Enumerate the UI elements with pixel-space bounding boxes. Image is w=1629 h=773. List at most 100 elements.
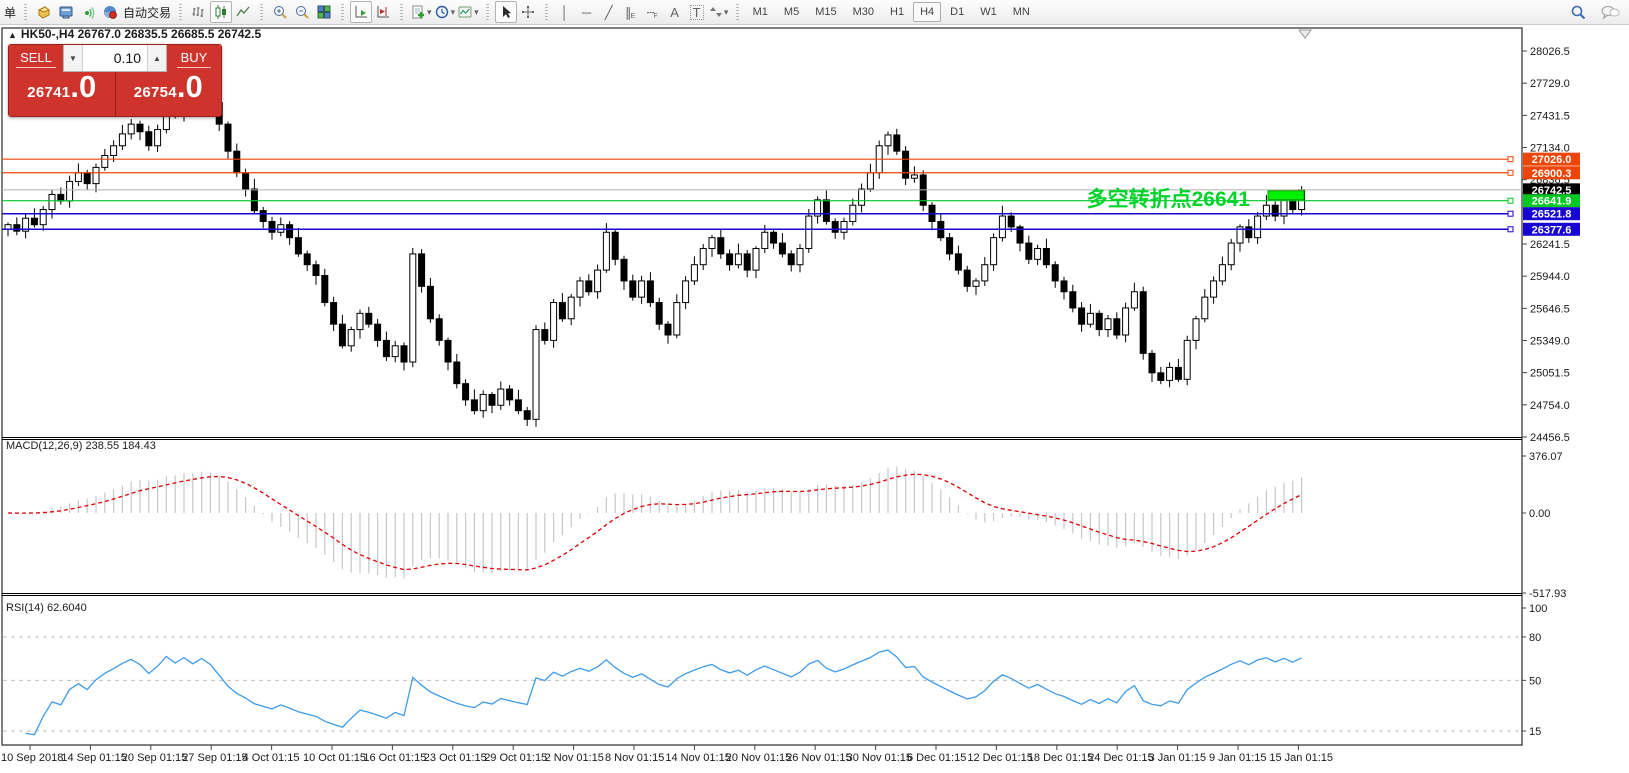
new-order-button[interactable]: ▾	[409, 1, 433, 23]
candle-body	[410, 254, 416, 362]
vertical-line-tool[interactable]: │	[554, 1, 576, 23]
terminal-icon	[58, 4, 74, 20]
bar-chart-button[interactable]	[188, 1, 210, 23]
cursor-arrow-icon	[498, 4, 514, 20]
terminal-button[interactable]	[55, 1, 77, 23]
candle-body	[656, 303, 662, 325]
timeframe-m1[interactable]: M1	[746, 2, 775, 22]
volume-increase-button[interactable]: ▲	[147, 45, 166, 71]
candlestick-chart-button[interactable]	[210, 1, 232, 23]
toolbar-group-terminal: 自动交易	[31, 0, 177, 24]
zoom-in-button[interactable]	[269, 1, 291, 23]
timeframe-m5[interactable]: M5	[777, 2, 806, 22]
candle-body	[718, 238, 724, 254]
candle-body	[498, 389, 504, 405]
timeframe-d1[interactable]: D1	[943, 2, 971, 22]
chat-button[interactable]	[1599, 1, 1621, 23]
zoom-out-icon	[294, 4, 310, 20]
candle-body	[137, 124, 143, 132]
candle-body	[348, 330, 354, 346]
price-axis-label: 24456.5	[1530, 432, 1570, 444]
candle-body	[489, 394, 495, 405]
candle-body	[269, 221, 275, 232]
chart-window: 多空转折点2664128026.527729.027431.527134.026…	[0, 24, 1629, 773]
candle-body	[111, 146, 117, 156]
period-clock-button[interactable]: ▾	[433, 1, 457, 23]
rsi-axis-label: 15	[1529, 726, 1541, 738]
market-watch-button[interactable]	[33, 1, 55, 23]
symbol-collapse-icon[interactable]: ▲	[8, 30, 17, 40]
search-button[interactable]	[1567, 1, 1589, 23]
timeframe-w1[interactable]: W1	[973, 2, 1004, 22]
candle-body	[639, 281, 645, 297]
equidistant-channel-tool[interactable]: ∥E	[620, 1, 642, 23]
timeframe-mn[interactable]: MN	[1006, 2, 1037, 22]
indicators-button[interactable]: ▾	[456, 1, 480, 23]
candle-body	[727, 254, 733, 265]
candle-body	[1184, 340, 1190, 379]
candle-body	[524, 411, 530, 420]
candle-body	[1131, 292, 1137, 308]
timeframe-h1[interactable]: H1	[883, 2, 911, 22]
line-chart-button[interactable]	[232, 1, 254, 23]
candle-body	[313, 265, 319, 276]
new-order-partial-label[interactable]: 单	[2, 4, 18, 21]
candle-body	[278, 225, 284, 233]
horizontal-line-tool[interactable]: ─	[576, 1, 598, 23]
chart-shift-button[interactable]	[372, 1, 394, 23]
buy-price[interactable]: 26754.0	[116, 72, 222, 116]
dropdown-caret-icon: ▾	[451, 7, 456, 18]
candle-body	[1096, 313, 1102, 329]
candle-body	[1219, 265, 1225, 281]
candle-body	[1105, 319, 1111, 330]
candle-body	[1167, 367, 1173, 380]
candle-body	[788, 254, 794, 265]
candle-body	[1079, 308, 1085, 324]
timeframe-m30[interactable]: M30	[846, 2, 881, 22]
candle-body	[955, 254, 961, 270]
signal-icon	[80, 4, 96, 20]
volume-decrease-button[interactable]: ▼	[64, 45, 83, 71]
rsi-axis-label: 50	[1529, 675, 1541, 687]
price-axis-label: 25349.0	[1530, 336, 1570, 348]
x-axis-label: 2 Nov 01:15	[545, 752, 604, 764]
autotrade-label[interactable]: 自动交易	[121, 4, 173, 21]
timeframe-m15[interactable]: M15	[808, 2, 843, 22]
candle-body	[1123, 308, 1129, 335]
candle-body	[885, 135, 891, 146]
price-axis-label: 27729.0	[1530, 78, 1570, 90]
trendline-tool[interactable]: ╱	[598, 1, 620, 23]
fibonacci-tool[interactable]: ┄F	[642, 1, 664, 23]
arrows-tool[interactable]: ▾	[708, 1, 730, 23]
tile-windows-button[interactable]	[313, 1, 335, 23]
sell-price-frac: .0	[70, 74, 96, 100]
signals-button[interactable]	[77, 1, 99, 23]
text-label-tool[interactable]: T	[686, 1, 708, 23]
x-axis-label: 10 Oct 01:15	[303, 752, 366, 764]
sell-button[interactable]: SELL	[9, 45, 63, 72]
sell-price[interactable]: 26741.0	[9, 72, 116, 116]
text-tool[interactable]: A	[664, 1, 686, 23]
chart-canvas[interactable]: 多空转折点2664128026.527729.027431.527134.026…	[0, 24, 1629, 773]
candle-body	[973, 281, 979, 286]
candle-body	[551, 303, 557, 341]
candle-body	[647, 281, 653, 303]
volume-input[interactable]: 0.10	[83, 45, 147, 71]
text-label-icon: T	[690, 5, 704, 20]
buy-button[interactable]: BUY	[167, 45, 221, 72]
x-axis-label: 16 Oct 01:15	[363, 752, 426, 764]
candle-body	[75, 173, 81, 182]
zoom-out-button[interactable]	[291, 1, 313, 23]
candle-body	[709, 238, 715, 249]
auto-scroll-button[interactable]	[350, 1, 372, 23]
candle-body	[119, 134, 125, 146]
crosshair-button[interactable]	[517, 1, 539, 23]
toolbar-group-neworder: ▾ ▾ ▾	[407, 0, 484, 24]
candle-body	[454, 362, 460, 384]
pivot-highlight-box	[1268, 191, 1304, 200]
toolbar-grip	[179, 4, 182, 20]
timeframe-h4[interactable]: H4	[913, 2, 941, 22]
candle-body	[1228, 243, 1234, 265]
autotrade-button[interactable]	[99, 1, 121, 23]
cursor-button[interactable]	[495, 1, 517, 23]
